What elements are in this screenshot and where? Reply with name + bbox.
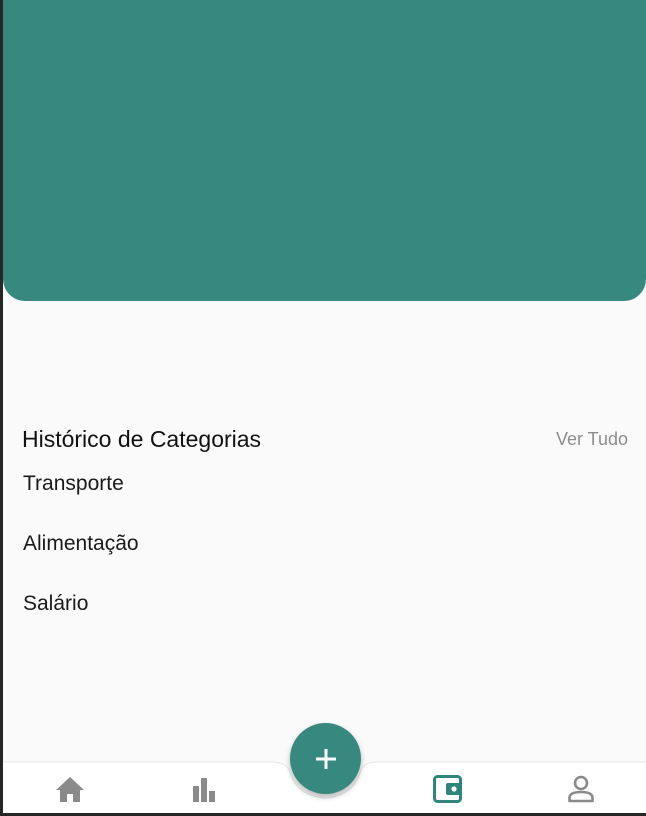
nav-wallet[interactable] <box>430 771 466 807</box>
category-list: Transporte Alimentação Salário <box>23 470 139 650</box>
home-icon <box>56 777 84 802</box>
bar-chart-icon <box>193 778 215 802</box>
category-item-food[interactable]: Alimentação <box>23 530 139 590</box>
category-item-transport[interactable]: Transporte <box>23 470 139 530</box>
plus-icon <box>315 748 336 769</box>
see-all-link[interactable]: Ver Tudo <box>556 429 628 450</box>
category-item-salary[interactable]: Salário <box>23 590 139 650</box>
nav-statistics[interactable] <box>186 771 222 807</box>
wallet-icon <box>433 775 462 803</box>
add-transaction-button[interactable] <box>290 723 361 794</box>
category-history-header: Histórico de Categorias Ver Tudo <box>22 426 628 456</box>
section-title: Histórico de Categorias <box>22 426 262 452</box>
header-card <box>3 0 646 301</box>
app-screen: Histórico de Categorias Ver Tudo Transpo… <box>3 0 646 813</box>
nav-home[interactable] <box>52 771 88 807</box>
profile-icon <box>568 775 594 803</box>
nav-profile[interactable] <box>563 771 599 807</box>
